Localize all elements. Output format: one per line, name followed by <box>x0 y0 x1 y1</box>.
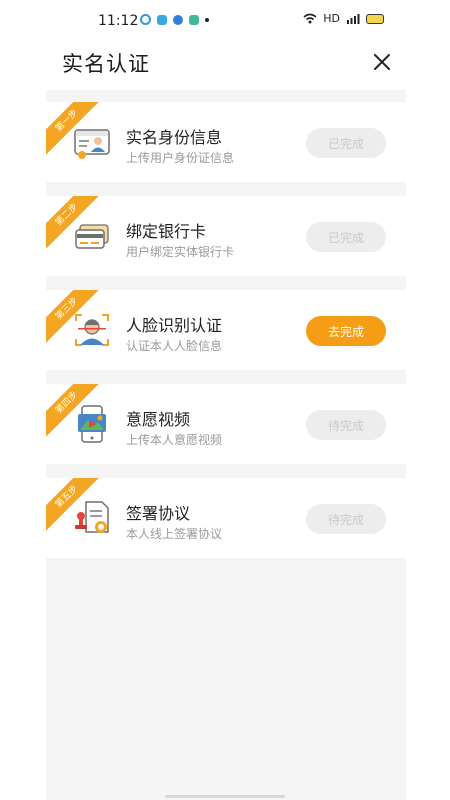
app-notification-icon <box>173 14 183 25</box>
notification-icons <box>140 14 209 25</box>
close-icon[interactable] <box>370 50 394 74</box>
step-title: 意愿视频 <box>126 410 191 429</box>
sign-agreement-icon <box>75 501 109 533</box>
status-indicators: HD <box>303 12 384 25</box>
completed-button[interactable]: 已完成 <box>306 222 386 252</box>
step-card-id-info: 第一步 实名身份信息 上传用户身份证信息 已完成 <box>46 102 406 182</box>
step-card-bank-card: 第二步 绑定银行卡 用户绑定实体银行卡 已完成 <box>46 196 406 276</box>
app-notification-icon <box>189 14 199 25</box>
wifi-icon <box>303 13 317 24</box>
home-indicator <box>165 795 285 798</box>
pending-button[interactable]: 待完成 <box>306 504 386 534</box>
status-bar: 11:12 HD <box>0 0 450 42</box>
step-description: 用户绑定实体银行卡 <box>126 245 235 259</box>
page-title: 实名认证 <box>62 52 150 76</box>
step-card-sign-agreement: 第五步 签署协议 本人线上签署协议 待完成 <box>46 478 406 558</box>
video-phone-icon <box>78 405 106 443</box>
step-title: 人脸识别认证 <box>126 316 223 335</box>
step-title: 实名身份信息 <box>126 128 223 147</box>
header: 实名认证 <box>0 42 450 90</box>
step-card-face-recognition: 第三步 人脸识别认证 认证本人人脸信息 去完成 <box>46 290 406 370</box>
go-complete-button[interactable]: 去完成 <box>306 316 386 346</box>
step-title: 绑定银行卡 <box>126 222 207 241</box>
step-description: 本人线上签署协议 <box>126 527 223 541</box>
pending-button[interactable]: 待完成 <box>306 410 386 440</box>
steps-list: 第一步 实名身份信息 上传用户身份证信息 已完成 第二步 绑定银行卡 用户绑定实… <box>46 90 406 800</box>
step-description: 认证本人人脸信息 <box>126 339 223 353</box>
id-card-icon <box>74 129 110 159</box>
face-scan-icon <box>75 314 109 346</box>
battery-icon <box>366 13 384 24</box>
step-title: 签署协议 <box>126 504 191 523</box>
app-notification-icon <box>140 14 151 25</box>
step-description: 上传本人意愿视频 <box>126 433 223 447</box>
app-notification-icon <box>157 14 167 25</box>
more-notifications-icon <box>205 17 209 22</box>
bank-card-icon <box>75 224 109 249</box>
completed-button[interactable]: 已完成 <box>306 128 386 158</box>
network-type-label: HD <box>323 12 340 25</box>
step-description: 上传用户身份证信息 <box>126 151 235 165</box>
status-time: 11:12 <box>98 13 139 29</box>
signal-icon <box>347 14 360 24</box>
step-card-willingness-video: 第四步 意愿视频 上传本人意愿视频 待完成 <box>46 384 406 464</box>
